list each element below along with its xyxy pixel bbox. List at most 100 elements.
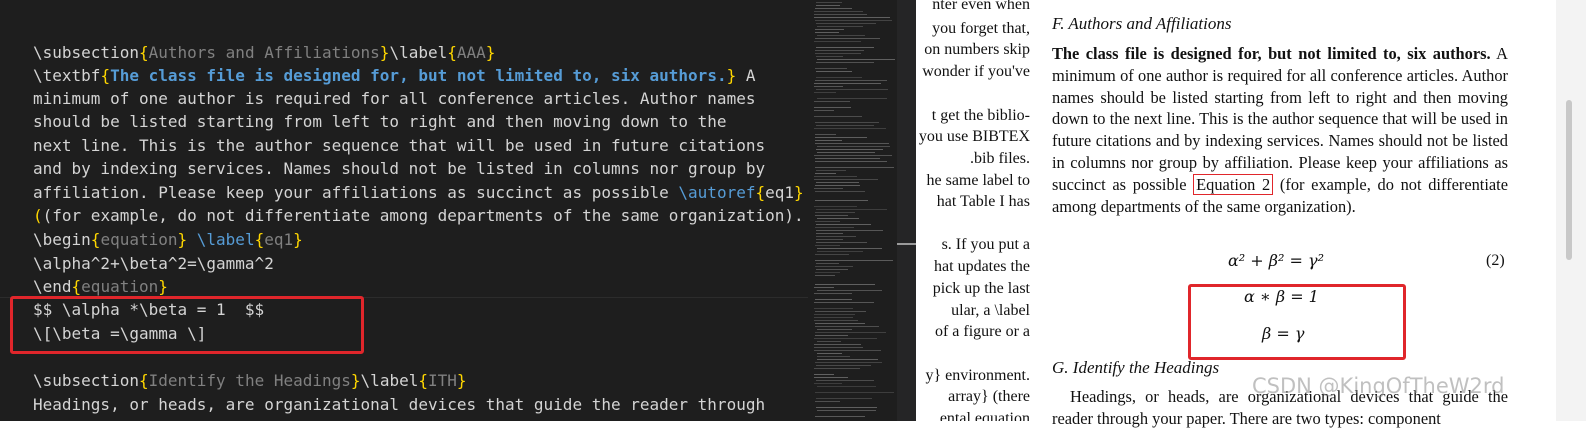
minimap-line xyxy=(814,314,855,315)
minimap-line xyxy=(814,92,836,93)
minimap-line xyxy=(815,29,844,30)
left-column-text: array} (there xyxy=(948,388,1030,405)
minimap-line xyxy=(816,170,846,171)
paragraph-text: A minimum of one author is required for … xyxy=(1052,44,1508,194)
minimap-line xyxy=(816,263,839,264)
minimap-line xyxy=(816,2,842,3)
minimap-line xyxy=(815,323,865,324)
minimap-line xyxy=(817,290,882,291)
minimap-line xyxy=(817,329,852,330)
minimap-line xyxy=(815,122,879,123)
code-editor[interactable]: \subsection{Authors and Affiliations}\la… xyxy=(0,0,808,421)
minimap-line xyxy=(815,392,894,393)
minimap-line xyxy=(815,254,849,255)
minimap-line xyxy=(814,320,858,321)
editor-scrollbar[interactable] xyxy=(897,0,916,421)
minimap-line xyxy=(817,35,865,36)
code-line-4: should be listed starting from left to r… xyxy=(33,112,727,131)
left-column-text: ental equation xyxy=(939,410,1030,421)
left-column-text: y} environment. xyxy=(925,367,1030,384)
code-line-8: ((for example, do not differentiate amon… xyxy=(33,206,804,225)
minimap-line xyxy=(816,23,876,24)
minimap-line xyxy=(815,326,879,327)
left-column-text: t get the biblio- xyxy=(931,107,1030,124)
minimap-line xyxy=(817,341,841,342)
left-column-text: he same label to xyxy=(926,172,1030,189)
left-column-text: on numbers skip xyxy=(924,41,1030,58)
minimap-line xyxy=(816,209,887,210)
minimap-line xyxy=(814,350,881,351)
minimap-line xyxy=(814,11,863,12)
minimap-line xyxy=(815,260,893,261)
minimap-line xyxy=(817,218,859,219)
minimap-line xyxy=(815,245,840,246)
code-line-1: \subsection{Authors and Affiliations}\la… xyxy=(33,43,496,62)
code-line-16: Headings, or heads, are organizational d… xyxy=(33,395,766,414)
minimap-line xyxy=(815,284,875,285)
equation-unnumbered-b: β = γ xyxy=(1262,324,1305,343)
minimap-line xyxy=(815,8,852,9)
minimap-line xyxy=(817,98,887,99)
code-line-9: \begin{equation} \label{eq1} xyxy=(33,230,303,249)
minimap-line xyxy=(814,17,890,18)
code-line-7: affiliation. Please keep your affiliatio… xyxy=(33,183,804,202)
minimap-line xyxy=(816,230,883,231)
minimap-line xyxy=(816,224,871,225)
minimap-line xyxy=(815,161,887,162)
minimap-line xyxy=(817,146,890,147)
left-column-text: nter even when xyxy=(932,0,1030,13)
left-column-text: hat updates the xyxy=(934,258,1030,275)
minimap-line xyxy=(815,332,886,333)
left-column-text: pick up the last xyxy=(932,280,1030,297)
minimap-line xyxy=(815,158,880,159)
minimap-line xyxy=(815,140,842,141)
minimap-line xyxy=(815,212,855,213)
left-column-text: .bib files. xyxy=(970,150,1030,167)
minimap-line xyxy=(814,155,892,156)
minimap-line xyxy=(817,152,875,153)
minimap-line xyxy=(816,182,859,183)
minimap-line xyxy=(815,137,867,138)
minimap-line xyxy=(815,416,865,417)
minimap-line xyxy=(814,338,877,339)
minimap-line xyxy=(814,110,834,111)
minimap-line xyxy=(815,50,864,51)
minimap-line xyxy=(816,233,843,234)
minimap-line xyxy=(816,269,848,270)
section-heading-f: F. Authors and Affiliations xyxy=(1052,14,1232,33)
code-line-15: \subsection{Identify the Headings}\label… xyxy=(33,371,467,390)
equation-unnumbered-a: α ∗ β = 1 xyxy=(1244,287,1319,306)
minimap-line xyxy=(815,143,889,144)
minimap-line xyxy=(816,56,843,57)
pdf-scrollbar-thumb[interactable] xyxy=(1566,100,1572,260)
minimap-line xyxy=(815,80,887,81)
minimap-line xyxy=(815,53,861,54)
minimap-line xyxy=(816,398,872,399)
minimap-line xyxy=(815,311,866,312)
minimap-line xyxy=(814,302,874,303)
minimap-line xyxy=(814,176,857,177)
minimap-line xyxy=(817,359,878,360)
minimap-line xyxy=(814,14,867,15)
minimap-line xyxy=(814,293,852,294)
minimap-line xyxy=(816,71,852,72)
minimap-line xyxy=(814,368,860,369)
minimap-line xyxy=(817,356,850,357)
equation-reference-link[interactable]: Equation 2 xyxy=(1193,173,1274,195)
code-line-10: \alpha^2+\beta^2=\gamma^2 xyxy=(33,254,274,273)
minimap-line xyxy=(814,206,857,207)
scrollbar-position-marker xyxy=(897,243,916,245)
minimap-line xyxy=(815,227,854,228)
minimap-line xyxy=(817,59,895,60)
minimap-line xyxy=(814,347,863,348)
minimap-line xyxy=(814,101,850,102)
code-line-3: minimum of one author is required for al… xyxy=(33,89,756,108)
minimap-line xyxy=(814,374,834,375)
left-column-text: you use BIBTEX xyxy=(918,128,1030,145)
minimap-line xyxy=(817,251,863,252)
watermark: CSDN @KingOfTheW2rd xyxy=(1252,374,1505,398)
minimap-line xyxy=(815,185,860,186)
equation-main: α² + β² = γ² xyxy=(1228,251,1325,270)
minimap-line xyxy=(816,365,871,366)
minimap[interactable] xyxy=(808,0,908,421)
